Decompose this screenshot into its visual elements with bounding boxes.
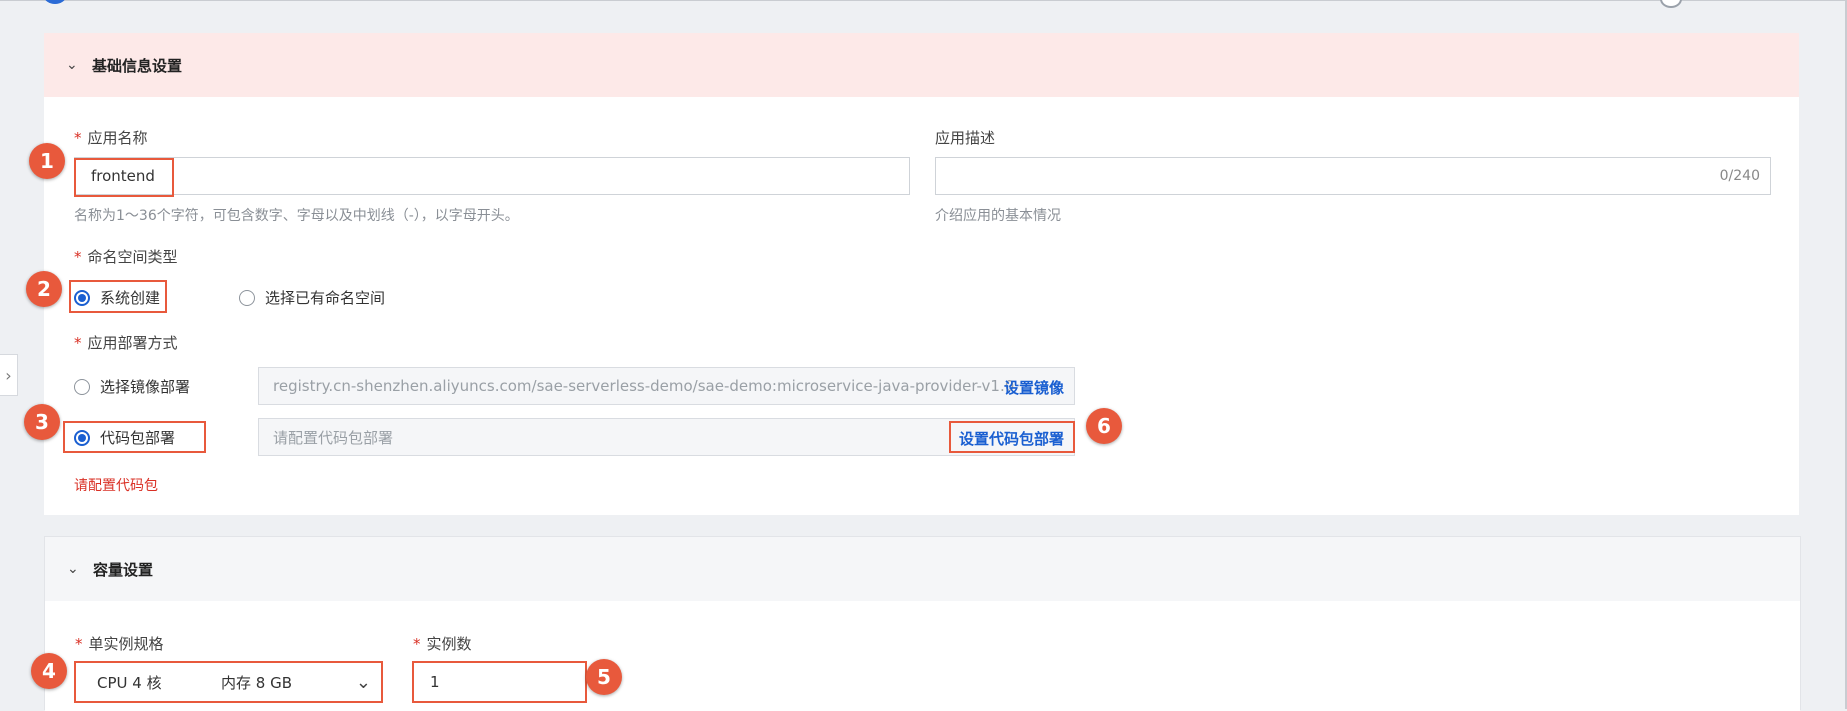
top-status-dot	[44, 0, 66, 4]
sidebar-expand-button[interactable]: ›	[0, 354, 18, 396]
radio-unchecked-icon	[74, 378, 90, 395]
app-name-label: * 应用名称	[74, 129, 148, 147]
annotation-box-namespace	[69, 280, 167, 313]
required-marker: *	[74, 334, 82, 352]
annotation-box-set-package	[949, 421, 1075, 453]
deploy-image-radio[interactable]: 选择镜像部署	[74, 376, 190, 397]
required-marker: *	[413, 635, 421, 653]
required-marker: *	[74, 248, 82, 266]
chevron-down-icon: ⌄	[67, 561, 79, 577]
chevron-down-icon: ⌄	[66, 57, 78, 73]
namespace-existing-radio[interactable]: 选择已有命名空间	[239, 287, 385, 308]
deploy-mode-label: * 应用部署方式	[74, 334, 178, 352]
annotation-box-spec	[74, 661, 383, 703]
radio-unchecked-icon	[239, 289, 255, 306]
app-desc-help: 介绍应用的基本情况	[935, 208, 1061, 224]
callout-3: 3	[24, 404, 60, 440]
callout-1: 1	[29, 143, 65, 179]
window-top-border	[0, 0, 1847, 1]
set-image-link[interactable]: 设置镜像	[1004, 377, 1064, 398]
callout-2: 2	[26, 271, 62, 307]
package-error: 请配置代码包	[74, 478, 158, 494]
section-title: 容量设置	[93, 560, 154, 579]
char-counter: 0/240	[1719, 168, 1760, 184]
image-address-field: registry.cn-shenzhen.aliyuncs.com/sae-se…	[258, 367, 1075, 405]
chevron-right-icon: ›	[5, 365, 12, 385]
package-placeholder: 请配置代码包部署	[273, 428, 394, 447]
annotation-box-instances	[412, 661, 587, 703]
section-title: 基础信息设置	[92, 56, 183, 75]
top-help-icon[interactable]	[1660, 0, 1682, 8]
basic-info-section: ⌄ 基础信息设置 * 应用名称 frontend 名称为1～36个字符，可包含数字…	[44, 33, 1799, 515]
instance-count-label: * 实例数	[413, 635, 472, 653]
annotation-box-package	[63, 421, 206, 453]
app-desc-input[interactable]: 0/240	[935, 157, 1771, 195]
callout-4: 4	[31, 653, 67, 689]
required-marker: *	[74, 129, 82, 147]
app-desc-label: 应用描述	[935, 129, 996, 147]
capacity-header[interactable]: ⌄ 容量设置	[45, 537, 1800, 601]
app-name-help: 名称为1～36个字符，可包含数字、字母以及中划线（-），以字母开头。	[74, 208, 519, 224]
radio-label: 选择已有命名空间	[265, 289, 386, 307]
app-name-input[interactable]: frontend	[74, 157, 910, 195]
required-marker: *	[75, 635, 83, 653]
radio-label: 选择镜像部署	[100, 378, 191, 396]
namespace-label: * 命名空间类型	[74, 248, 178, 266]
image-address-value: registry.cn-shenzhen.aliyuncs.com/sae-se…	[273, 377, 1015, 395]
basic-info-header[interactable]: ⌄ 基础信息设置	[44, 33, 1799, 97]
callout-6: 6	[1086, 408, 1122, 444]
annotation-box-app-name	[74, 158, 174, 197]
callout-5: 5	[586, 659, 622, 695]
instance-spec-label: * 单实例规格	[75, 635, 164, 653]
